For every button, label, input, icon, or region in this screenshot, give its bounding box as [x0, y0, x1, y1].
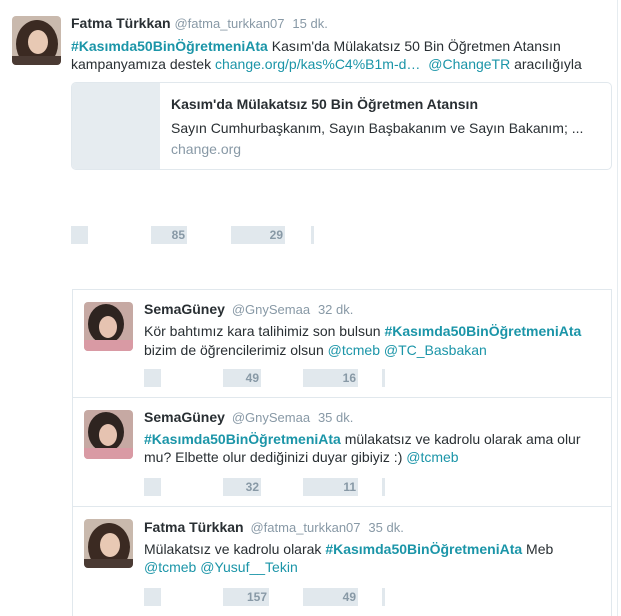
- reply-button[interactable]: [71, 226, 88, 244]
- more-button[interactable]: [382, 588, 385, 606]
- retweet-count: 157: [246, 590, 267, 604]
- more-button[interactable]: [382, 478, 385, 496]
- mention-link[interactable]: @ChangeTR: [428, 56, 510, 72]
- mention-link[interactable]: @tcmeb: [144, 559, 196, 575]
- card-domain: change.org: [171, 141, 242, 157]
- hashtag-link[interactable]: #Kasımda50BinÖğretmeniAta: [71, 38, 268, 54]
- tweet-text-part: Kör bahtımız kara talihimiz son bulsun: [144, 323, 385, 339]
- tweet-text-part: mülakatsız ve kadrolu olarak ama olur: [340, 431, 581, 447]
- avatar[interactable]: [84, 410, 133, 459]
- timestamp[interactable]: 35 dk.: [318, 410, 353, 425]
- tweet-text-line2: kampanyamıza destek change.org/p/kas%C4%…: [71, 55, 582, 74]
- tweet-header: SemaGüney @GnySemaa 32 dk.: [144, 301, 353, 317]
- tweet-text-part: aracılığıyla: [510, 56, 582, 72]
- like-count: 29: [269, 228, 283, 242]
- like-count: 49: [342, 590, 356, 604]
- tweet-text: #Kasımda50BinÖğretmeniAta mülakatsız ve …: [144, 430, 581, 449]
- tweet-text-part: Kasım'da Mülakatsız 50 Bin Öğretmen Atan…: [267, 38, 561, 54]
- author-handle[interactable]: @GnySemaa: [232, 302, 310, 317]
- tweet-text-part: Meb: [522, 541, 554, 557]
- mention-link[interactable]: @Yusuf__Tekin: [200, 559, 298, 575]
- like-count: 16: [342, 371, 356, 385]
- tweet-text-line2: mu? Elbette olur dediğinizi duyar gibiyi…: [144, 448, 459, 467]
- more-button[interactable]: [311, 226, 314, 244]
- main-tweet: Fatma Türkkan @fatma_turkkan07 15 dk. #K…: [0, 0, 621, 616]
- tweet-text: Kör bahtımız kara talihimiz son bulsun #…: [144, 322, 581, 341]
- mention-link[interactable]: @tcmeb: [328, 342, 380, 358]
- hashtag-link[interactable]: #Kasımda50BinÖğretmeniAta: [325, 541, 522, 557]
- tweet-text: Mülakatsız ve kadrolu olarak #Kasımda50B…: [144, 540, 553, 559]
- mention-link[interactable]: @TC_Basbakan: [384, 342, 487, 358]
- reply-tweet: SemaGüney @GnySemaa 35 dk. #Kasımda50Bin…: [73, 398, 611, 507]
- more-button[interactable]: [382, 369, 385, 387]
- tweet-text-line2: bizim de öğrencilerimiz olsun @tcmeb @TC…: [144, 341, 487, 360]
- avatar[interactable]: [84, 302, 133, 351]
- timestamp[interactable]: 35 dk.: [368, 520, 403, 535]
- reply-button[interactable]: [144, 478, 161, 496]
- author-name[interactable]: SemaGüney: [144, 301, 225, 317]
- tweet-text: #Kasımda50BinÖğretmeniAta Kasım'da Mülak…: [71, 37, 561, 56]
- tweet-text-part: bizim de öğrencilerimiz olsun: [144, 342, 328, 358]
- reply-tweet: SemaGüney @GnySemaa 32 dk. Kör bahtımız …: [73, 290, 611, 398]
- author-handle[interactable]: @GnySemaa: [232, 410, 310, 425]
- tweet-text-part: kampanyamıza destek: [71, 56, 215, 72]
- avatar[interactable]: [84, 519, 133, 568]
- author-handle[interactable]: @fatma_turkkan07: [174, 16, 284, 31]
- retweet-count: 85: [171, 228, 185, 242]
- hashtag-link[interactable]: #Kasımda50BinÖğretmeniAta: [144, 431, 341, 447]
- card-title: Kasım'da Mülakatsız 50 Bin Öğretmen Atan…: [171, 96, 479, 112]
- hashtag-link[interactable]: #Kasımda50BinÖğretmeniAta: [384, 323, 581, 339]
- tweet-header: Fatma Türkkan @fatma_turkkan07 35 dk.: [144, 519, 404, 535]
- avatar[interactable]: [12, 16, 61, 65]
- author-name[interactable]: Fatma Türkkan: [71, 15, 171, 31]
- reply-thread: SemaGüney @GnySemaa 32 dk. Kör bahtımız …: [72, 289, 612, 616]
- author-name[interactable]: SemaGüney: [144, 409, 225, 425]
- retweet-count: 49: [245, 371, 259, 385]
- tweet-text-line2: @tcmeb @Yusuf__Tekin: [144, 558, 298, 577]
- like-count: 11: [343, 480, 356, 494]
- mention-link[interactable]: @tcmeb: [406, 449, 458, 465]
- retweet-count: 32: [245, 480, 259, 494]
- link-card[interactable]: Kasım'da Mülakatsız 50 Bin Öğretmen Atan…: [71, 82, 612, 170]
- card-image: [72, 83, 160, 169]
- author-name[interactable]: Fatma Türkkan: [144, 519, 244, 535]
- tweet-text-part: Mülakatsız ve kadrolu olarak: [144, 541, 326, 557]
- reply-tweet: Fatma Türkkan @fatma_turkkan07 35 dk. Mü…: [73, 507, 611, 616]
- reply-button[interactable]: [144, 369, 161, 387]
- tweet-header: SemaGüney @GnySemaa 35 dk.: [144, 409, 353, 425]
- tweet-text-part: mu? Elbette olur dediğinizi duyar gibiyi…: [144, 449, 407, 465]
- timestamp[interactable]: 32 dk.: [318, 302, 353, 317]
- url-link[interactable]: change.org/p/kas%C4%B1m-d…: [215, 56, 420, 72]
- reply-button[interactable]: [144, 588, 161, 606]
- tweet-header: Fatma Türkkan @fatma_turkkan07 15 dk.: [71, 15, 328, 31]
- timestamp[interactable]: 15 dk.: [292, 16, 327, 31]
- card-description: Sayın Cumhurbaşkanım, Sayın Başbakanım v…: [171, 120, 584, 136]
- column-divider: [617, 0, 618, 616]
- author-handle[interactable]: @fatma_turkkan07: [250, 520, 360, 535]
